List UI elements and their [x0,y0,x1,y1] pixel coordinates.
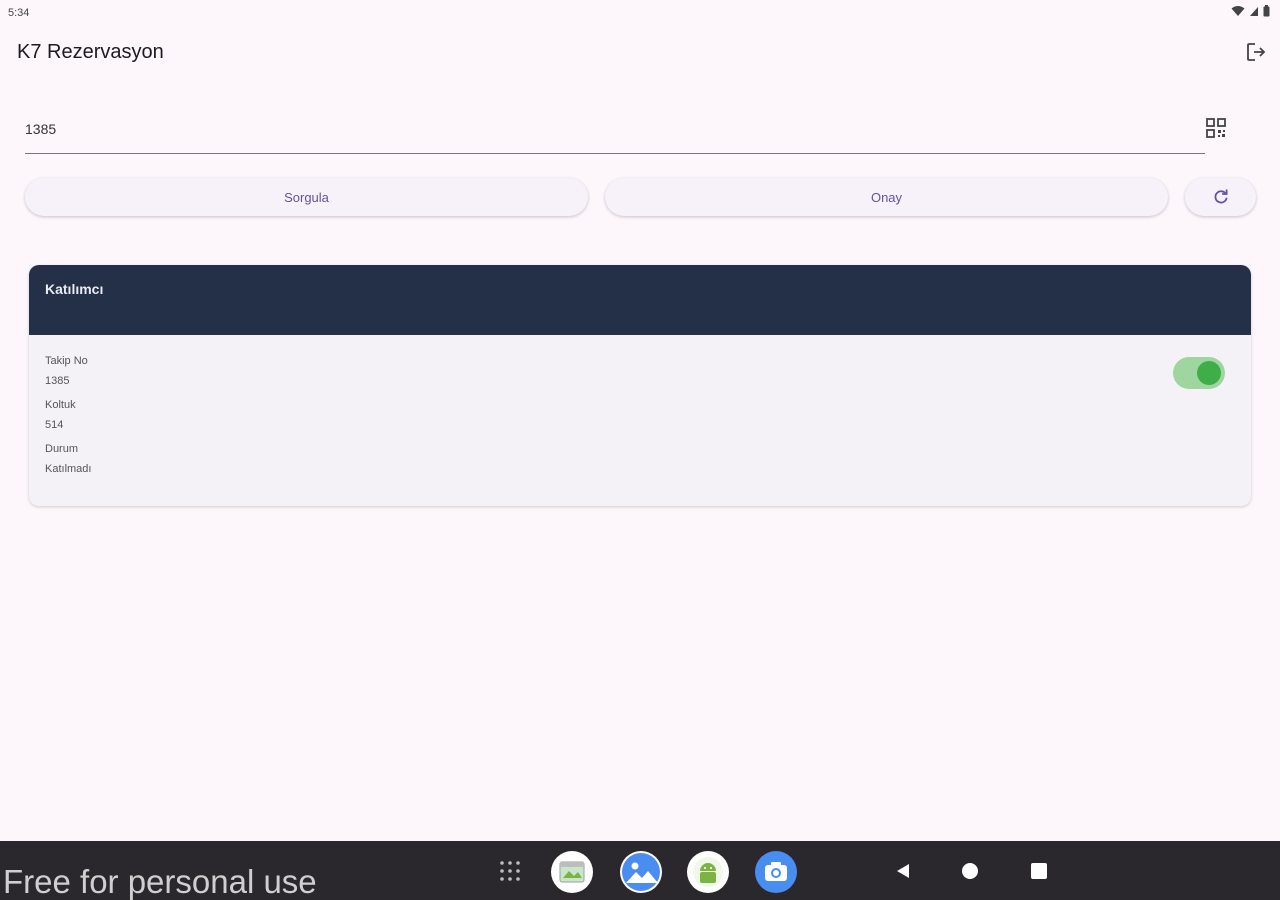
field-value: Katılmadı [45,463,92,475]
recents-icon[interactable] [1029,861,1049,881]
card-body: Takip No 1385 Koltuk 514 Durum Katılmadı [29,335,1251,506]
signal-icon [1250,7,1258,16]
query-button[interactable]: Sorgula [25,178,588,216]
wifi-icon [1231,6,1245,16]
app-drawer-icon[interactable] [498,859,522,883]
field-value: 514 [45,419,64,431]
status-time: 5:34 [8,7,30,19]
field-label: Koltuk [45,399,76,411]
app-title: K7 Rezervasyon [17,41,164,63]
gallery-widget-icon[interactable] [551,851,593,893]
android-app-icon[interactable] [687,851,729,893]
photos-icon[interactable] [620,851,662,893]
toggle-knob [1197,361,1221,385]
status-bar: 5:34 [0,0,1280,26]
camera-icon[interactable] [755,851,797,893]
battery-icon [1263,5,1270,17]
qr-code-icon[interactable] [1204,116,1228,140]
refresh-button[interactable] [1185,178,1256,216]
tracking-number-field-display: Takip No 1385 [45,355,1235,389]
attendance-toggle[interactable] [1173,357,1225,389]
refresh-icon [1214,189,1228,204]
card-header: Katılımcı [29,265,1251,335]
watermark: Free for personal use [3,863,317,900]
field-value: 1385 [45,375,70,387]
logout-icon[interactable] [1244,40,1268,64]
status-field: Durum Katılmadı [45,443,1235,477]
participant-card: Katılımcı Takip No 1385 Koltuk 514 Durum… [29,265,1251,506]
field-label: Takip No [45,355,88,367]
system-icons [1231,5,1270,17]
field-label: Durum [45,443,79,455]
app-bar: K7 Rezervasyon [0,30,1280,74]
seat-field: Koltuk 514 [45,399,1235,433]
tracking-number-field[interactable] [25,108,1205,154]
home-icon[interactable] [960,861,980,881]
confirm-button[interactable]: Onay [605,178,1168,216]
tracking-number-input[interactable] [25,108,1205,148]
navigation-bar: Free for personal use [0,841,1280,900]
back-icon[interactable] [893,861,913,881]
